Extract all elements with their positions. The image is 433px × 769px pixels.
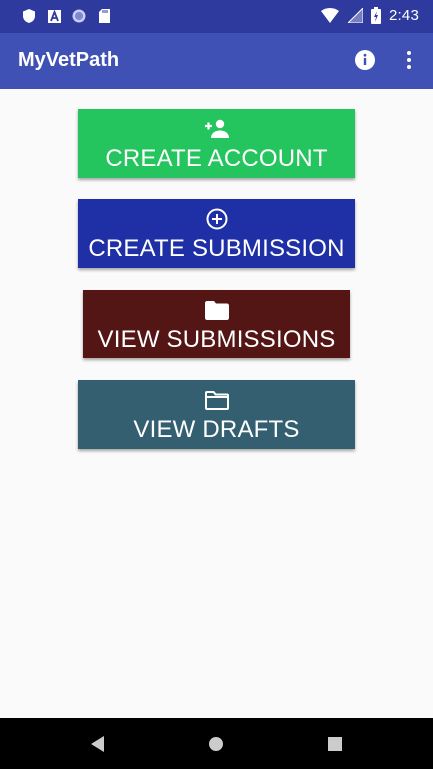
main-content: CREATE ACCOUNT CREATE SUBMISSION VIEW SU… — [0, 89, 433, 718]
battery-icon — [371, 7, 381, 24]
system-icons: 2:43 — [321, 7, 419, 24]
notification-icons — [22, 9, 111, 23]
status-time: 2:43 — [389, 7, 419, 24]
recents-icon[interactable] — [325, 734, 345, 754]
app-title: MyVetPath — [18, 49, 120, 71]
create-submission-button[interactable]: CREATE SUBMISSION — [78, 199, 355, 268]
view-submissions-label: VIEW SUBMISSIONS — [97, 326, 336, 353]
back-icon[interactable] — [88, 734, 108, 754]
app-bar: MyVetPath — [0, 33, 433, 89]
folder-outline-icon — [204, 389, 229, 411]
create-account-label: CREATE ACCOUNT — [105, 145, 328, 172]
signal-icon — [347, 8, 363, 24]
home-icon[interactable] — [206, 734, 226, 754]
create-account-button[interactable]: CREATE ACCOUNT — [78, 109, 355, 178]
view-drafts-button[interactable]: VIEW DRAFTS — [78, 380, 355, 449]
person-add-icon — [204, 118, 230, 140]
info-icon[interactable] — [353, 48, 377, 72]
font-a-icon — [47, 9, 61, 23]
wifi-icon — [321, 8, 339, 24]
status-bar: 2:43 — [0, 0, 433, 33]
view-submissions-button[interactable]: VIEW SUBMISSIONS — [83, 290, 350, 358]
folder-filled-icon — [204, 299, 229, 321]
sd-card-icon — [97, 9, 111, 23]
shield-icon — [22, 9, 36, 23]
view-drafts-label: VIEW DRAFTS — [133, 416, 300, 443]
create-submission-label: CREATE SUBMISSION — [88, 235, 345, 262]
more-vert-icon[interactable] — [397, 48, 421, 72]
app-screen: 2:43 MyVetPath CREATE ACCOUNT CREATE SUB… — [0, 0, 433, 769]
sync-circle-icon — [72, 9, 86, 23]
add-circle-icon — [206, 208, 228, 230]
navigation-bar — [0, 718, 433, 769]
